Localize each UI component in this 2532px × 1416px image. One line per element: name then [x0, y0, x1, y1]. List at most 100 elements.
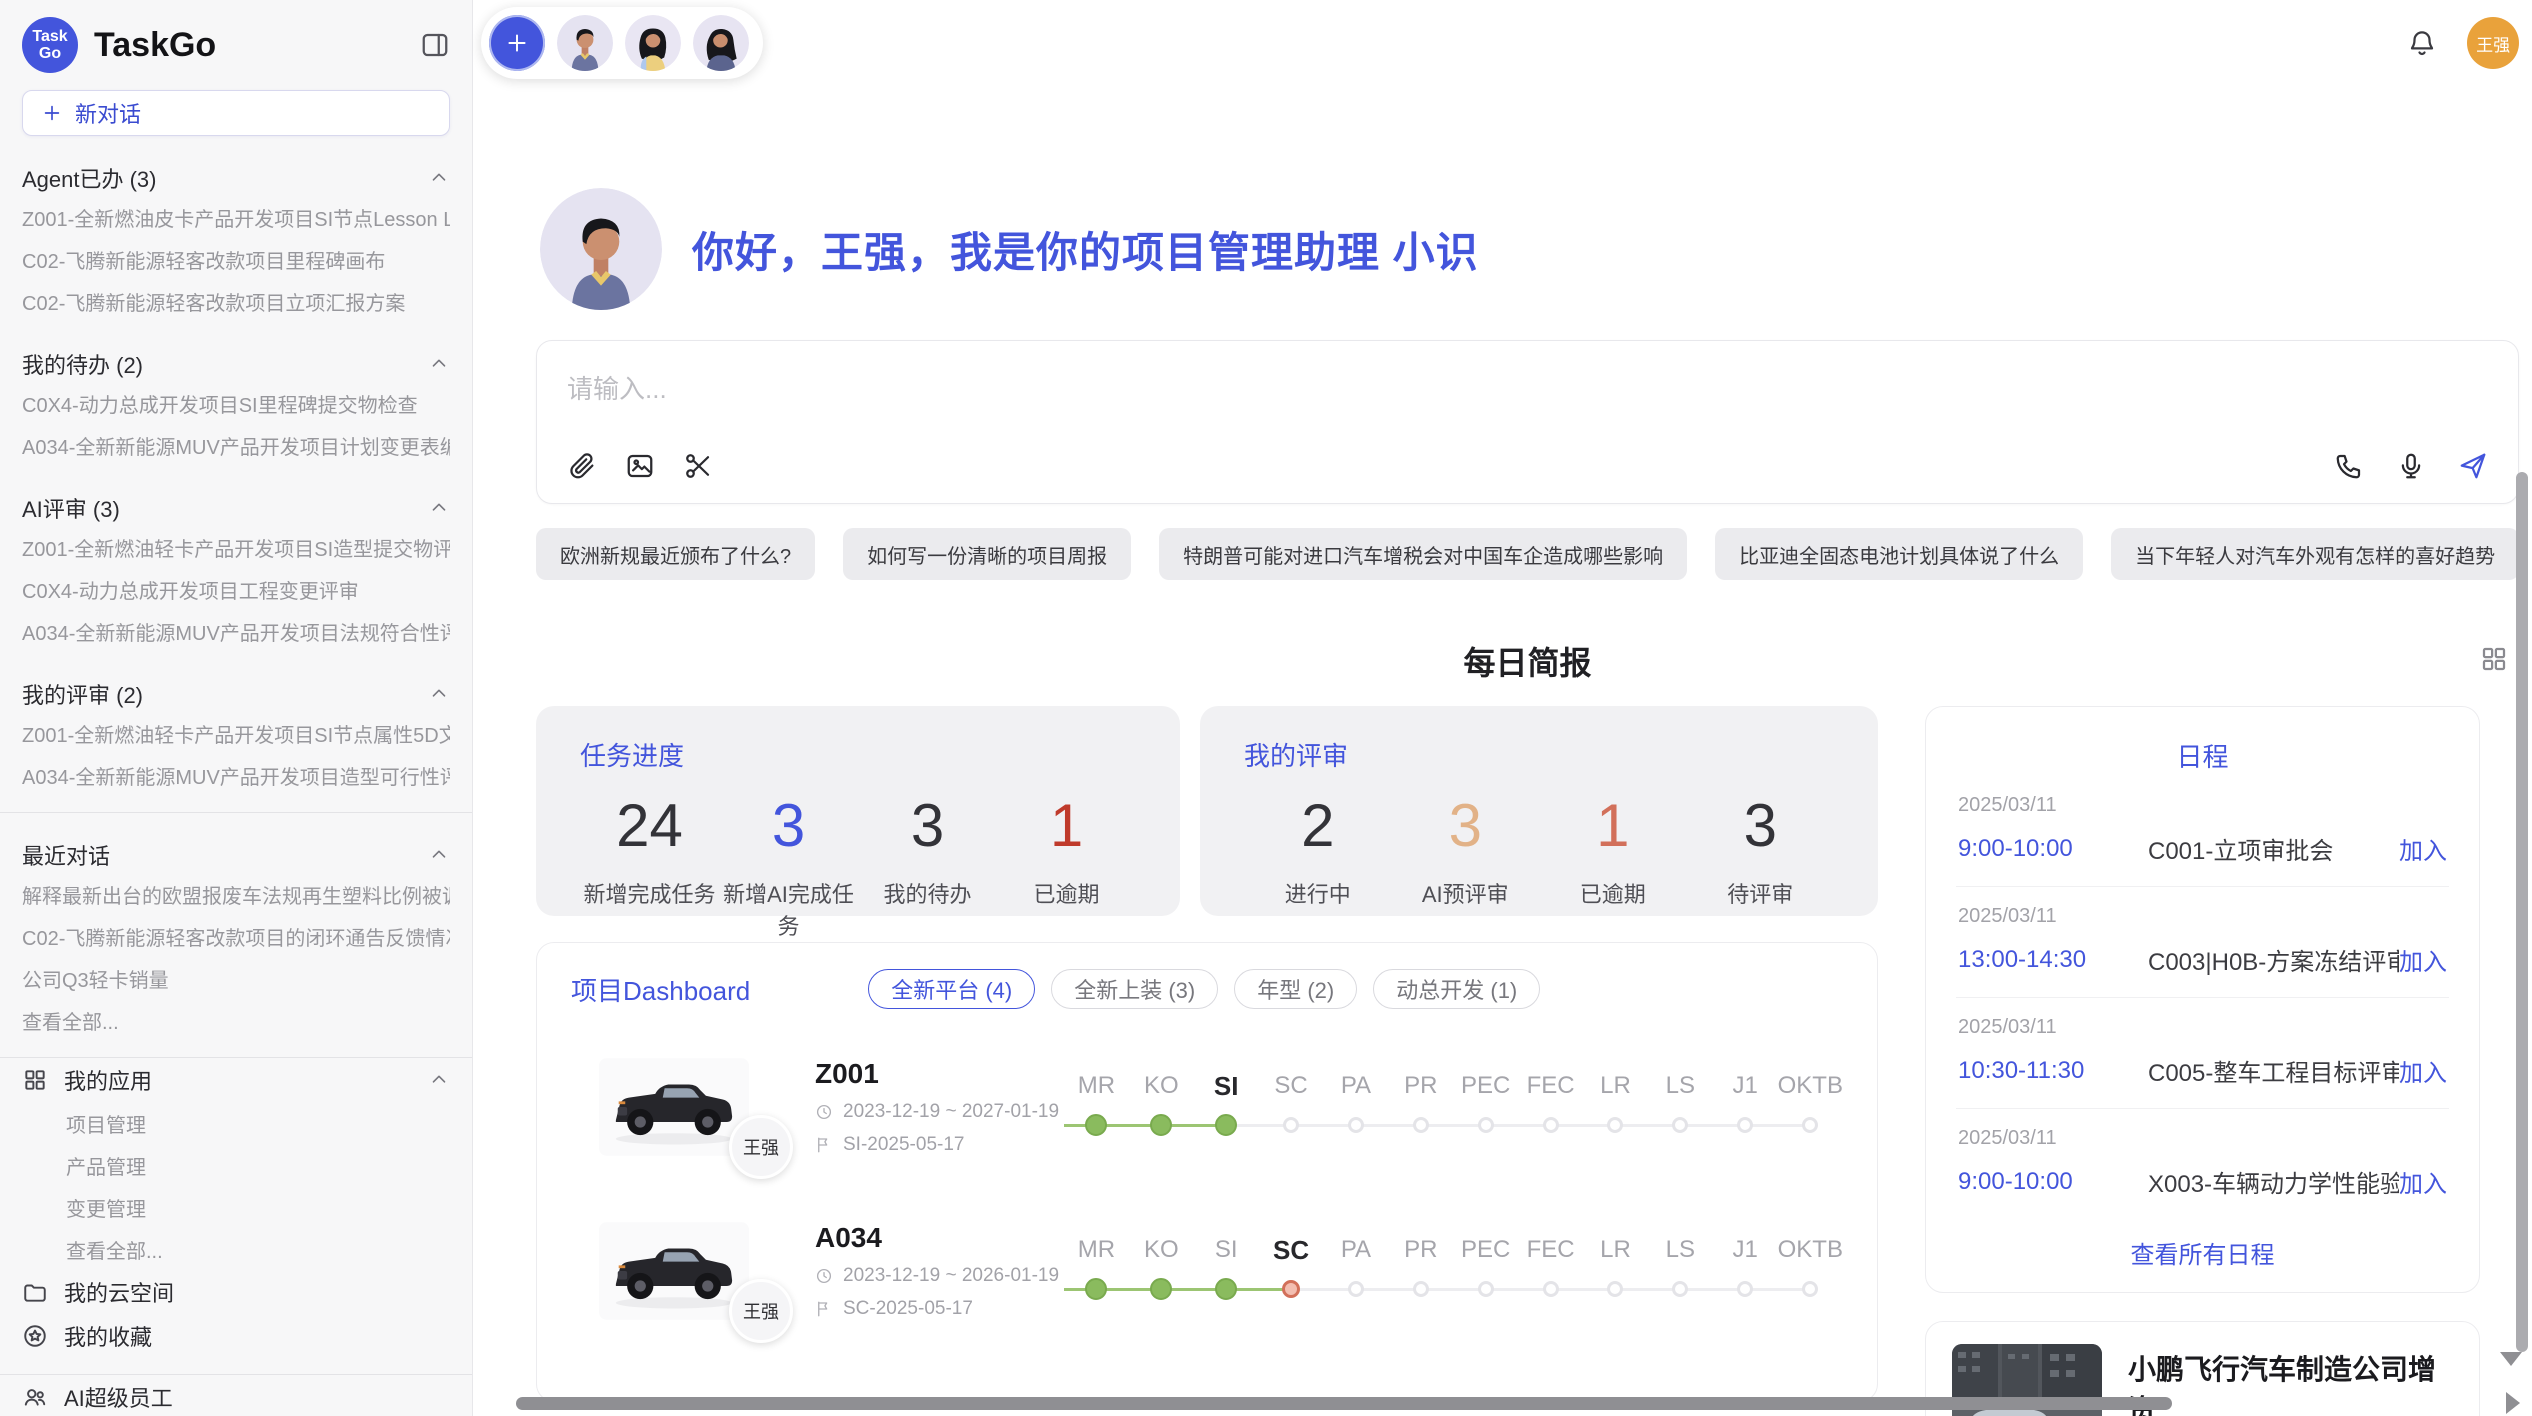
chat-input-card[interactable]: 请输入...: [536, 340, 2519, 504]
sidebar-section-header[interactable]: AI评审 (3): [22, 490, 450, 526]
sidebar-item-my-apps[interactable]: 我的应用: [22, 1058, 450, 1102]
sidebar-task-item[interactable]: A034-全新新能源MUV产品开发项目法规符合性评审: [22, 610, 450, 652]
join-link[interactable]: 加入: [2399, 831, 2447, 866]
sidebar-section-header[interactable]: Agent已办 (3): [22, 160, 450, 196]
sidebar-task-item[interactable]: C0X4-动力总成开发项目工程变更评审: [22, 568, 450, 610]
scroll-down-arrow[interactable]: [2500, 1352, 2522, 1366]
sidebar-task-item[interactable]: Z001-全新燃油皮卡产品开发项目SI节点Lesson Learn报告: [22, 196, 450, 238]
user-avatar[interactable]: 王强: [2467, 17, 2519, 69]
horizontal-scrollbar[interactable]: [516, 1397, 2172, 1410]
milestone-dot[interactable]: [1282, 1280, 1300, 1298]
new-chat-button[interactable]: 新对话: [22, 90, 450, 136]
layout-grid-icon[interactable]: [2479, 644, 2509, 674]
sidebar-task-item[interactable]: C02-飞腾新能源轻客改款项目立项汇报方案: [22, 280, 450, 322]
sidebar-item-folder[interactable]: 我的云空间: [22, 1270, 450, 1314]
milestone-dot[interactable]: [1737, 1281, 1753, 1297]
sidebar-task-item[interactable]: Z001-全新燃油轻卡产品开发项目SI节点属性5D文件评审: [22, 712, 450, 754]
sidebar-app-subitem[interactable]: 变更管理: [22, 1186, 450, 1228]
scroll-right-arrow[interactable]: [2506, 1392, 2520, 1414]
sidebar-app-subitem[interactable]: 产品管理: [22, 1144, 450, 1186]
project-dates: 2023-12-19 ~ 2026-01-19: [815, 1265, 1050, 1287]
chevron-up-icon[interactable]: [428, 1069, 450, 1091]
milestone-dot[interactable]: [1737, 1117, 1753, 1133]
milestone-dot[interactable]: [1607, 1117, 1623, 1133]
sidebar-task-item[interactable]: A034-全新新能源MUV产品开发项目计划变更表编写: [22, 424, 450, 466]
milestone-dot[interactable]: [1413, 1281, 1429, 1297]
sidebar-task-item[interactable]: A034-全新新能源MUV产品开发项目造型可行性评审: [22, 754, 450, 796]
milestone-dot[interactable]: [1478, 1281, 1494, 1297]
assistant-greeting-block: 你好，王强，我是你的项目管理助理 小识: [536, 188, 2519, 310]
insert-image-icon[interactable]: [625, 451, 655, 481]
suggestion-chip[interactable]: 当下年轻人对汽车外观有怎样的喜好趋势: [2111, 528, 2519, 580]
chevron-up-icon[interactable]: [428, 844, 450, 866]
chevron-up-icon[interactable]: [428, 353, 450, 375]
milestone-dot[interactable]: [1215, 1114, 1237, 1136]
milestone-dot-zone: [1648, 1104, 1713, 1146]
chevron-up-icon[interactable]: [428, 497, 450, 519]
milestone-dot[interactable]: [1543, 1281, 1559, 1297]
add-session-button[interactable]: [489, 15, 545, 71]
dashboard-tab[interactable]: 动总开发 (1): [1373, 969, 1540, 1009]
milestone-dot[interactable]: [1150, 1278, 1172, 1300]
schedule-line: 9:00-10:00X003-车辆动力学性能验...加入: [1958, 1164, 2447, 1199]
send-icon[interactable]: [2458, 451, 2488, 481]
milestone-dot[interactable]: [1802, 1117, 1818, 1133]
chevron-up-icon[interactable]: [428, 167, 450, 189]
suggestion-chip[interactable]: 特朗普可能对进口汽车增税会对中国车企造成哪些影响: [1159, 528, 1687, 580]
milestone-column: SC: [1259, 1232, 1324, 1310]
sidebar-tool-people[interactable]: AI超级员工: [22, 1375, 450, 1416]
sidebar-app-subitem[interactable]: 查看全部...: [22, 1228, 450, 1270]
sidebar-section-header[interactable]: 最近对话: [22, 837, 450, 873]
view-all-schedule-link[interactable]: 查看所有日程: [1956, 1219, 2449, 1282]
sidebar-recent-item[interactable]: C02-飞腾新能源轻客改款项目的闭环通告反馈情况: [22, 915, 450, 957]
notification-bell-icon[interactable]: [2407, 28, 2437, 58]
milestone-dot[interactable]: [1348, 1281, 1364, 1297]
dashboard-tab[interactable]: 全新平台 (4): [868, 969, 1035, 1009]
attachment-icon[interactable]: [567, 451, 597, 481]
milestone-dot[interactable]: [1085, 1278, 1107, 1300]
sidebar-section-header[interactable]: 我的评审 (2): [22, 676, 450, 712]
project-flag: SC-2025-05-17: [815, 1298, 1050, 1320]
milestone-dot[interactable]: [1215, 1278, 1237, 1300]
join-link[interactable]: 加入: [2399, 1164, 2447, 1199]
suggestion-chip[interactable]: 比亚迪全固态电池计划具体说了什么: [1715, 528, 2083, 580]
sidebar-task-item[interactable]: C0X4-动力总成开发项目SI里程碑提交物检查: [22, 382, 450, 424]
microphone-icon[interactable]: [2396, 451, 2426, 481]
sidebar-section-header[interactable]: 我的待办 (2): [22, 346, 450, 382]
milestone-dot[interactable]: [1802, 1281, 1818, 1297]
milestone-dot[interactable]: [1348, 1117, 1364, 1133]
project-row: 王强Z0012023-12-19 ~ 2027-01-19SI-2025-05-…: [571, 1041, 1843, 1173]
milestone-dot[interactable]: [1478, 1117, 1494, 1133]
sidebar-app-subitem[interactable]: 项目管理: [22, 1102, 450, 1144]
chevron-up-icon[interactable]: [428, 683, 450, 705]
vertical-scrollbar[interactable]: [2516, 472, 2528, 1352]
suggestion-chip[interactable]: 欧洲新规最近颁布了什么?: [536, 528, 815, 580]
session-avatar-3[interactable]: [693, 15, 749, 71]
milestone-dot[interactable]: [1672, 1281, 1688, 1297]
join-link[interactable]: 加入: [2399, 942, 2447, 977]
sidebar-task-item[interactable]: Z001-全新燃油轻卡产品开发项目SI造型提交物评审: [22, 526, 450, 568]
join-link[interactable]: 加入: [2399, 1053, 2447, 1088]
milestone-dot[interactable]: [1413, 1117, 1429, 1133]
dashboard-tab[interactable]: 年型 (2): [1234, 969, 1357, 1009]
milestone-dot[interactable]: [1085, 1114, 1107, 1136]
screenshot-scissors-icon[interactable]: [683, 451, 713, 481]
dashboard-tab[interactable]: 全新上装 (3): [1051, 969, 1218, 1009]
project-rows: 王强Z0012023-12-19 ~ 2027-01-19SI-2025-05-…: [571, 1041, 1843, 1402]
sidebar-task-item[interactable]: C02-飞腾新能源轻客改款项目里程碑画布: [22, 238, 450, 280]
session-avatar-2[interactable]: [625, 15, 681, 71]
session-avatar-1[interactable]: [557, 15, 613, 71]
sidebar-recent-item[interactable]: 解释最新出台的欧盟报废车法规再生塑料比例被调至15%...: [22, 873, 450, 915]
sidebar-recent-item[interactable]: 公司Q3轻卡销量: [22, 957, 450, 999]
milestone-dot[interactable]: [1543, 1117, 1559, 1133]
milestone-dot[interactable]: [1607, 1281, 1623, 1297]
voice-call-icon[interactable]: [2334, 451, 2364, 481]
sidebar-item-star[interactable]: 我的收藏: [22, 1314, 450, 1358]
milestone-column: LS: [1648, 1232, 1713, 1310]
suggestion-chip[interactable]: 如何写一份清晰的项目周报: [843, 528, 1131, 580]
milestone-dot[interactable]: [1283, 1117, 1299, 1133]
sidebar-recent-item[interactable]: 查看全部...: [22, 999, 450, 1041]
sidebar-collapse-icon[interactable]: [420, 30, 450, 60]
milestone-dot[interactable]: [1150, 1114, 1172, 1136]
milestone-dot[interactable]: [1672, 1117, 1688, 1133]
